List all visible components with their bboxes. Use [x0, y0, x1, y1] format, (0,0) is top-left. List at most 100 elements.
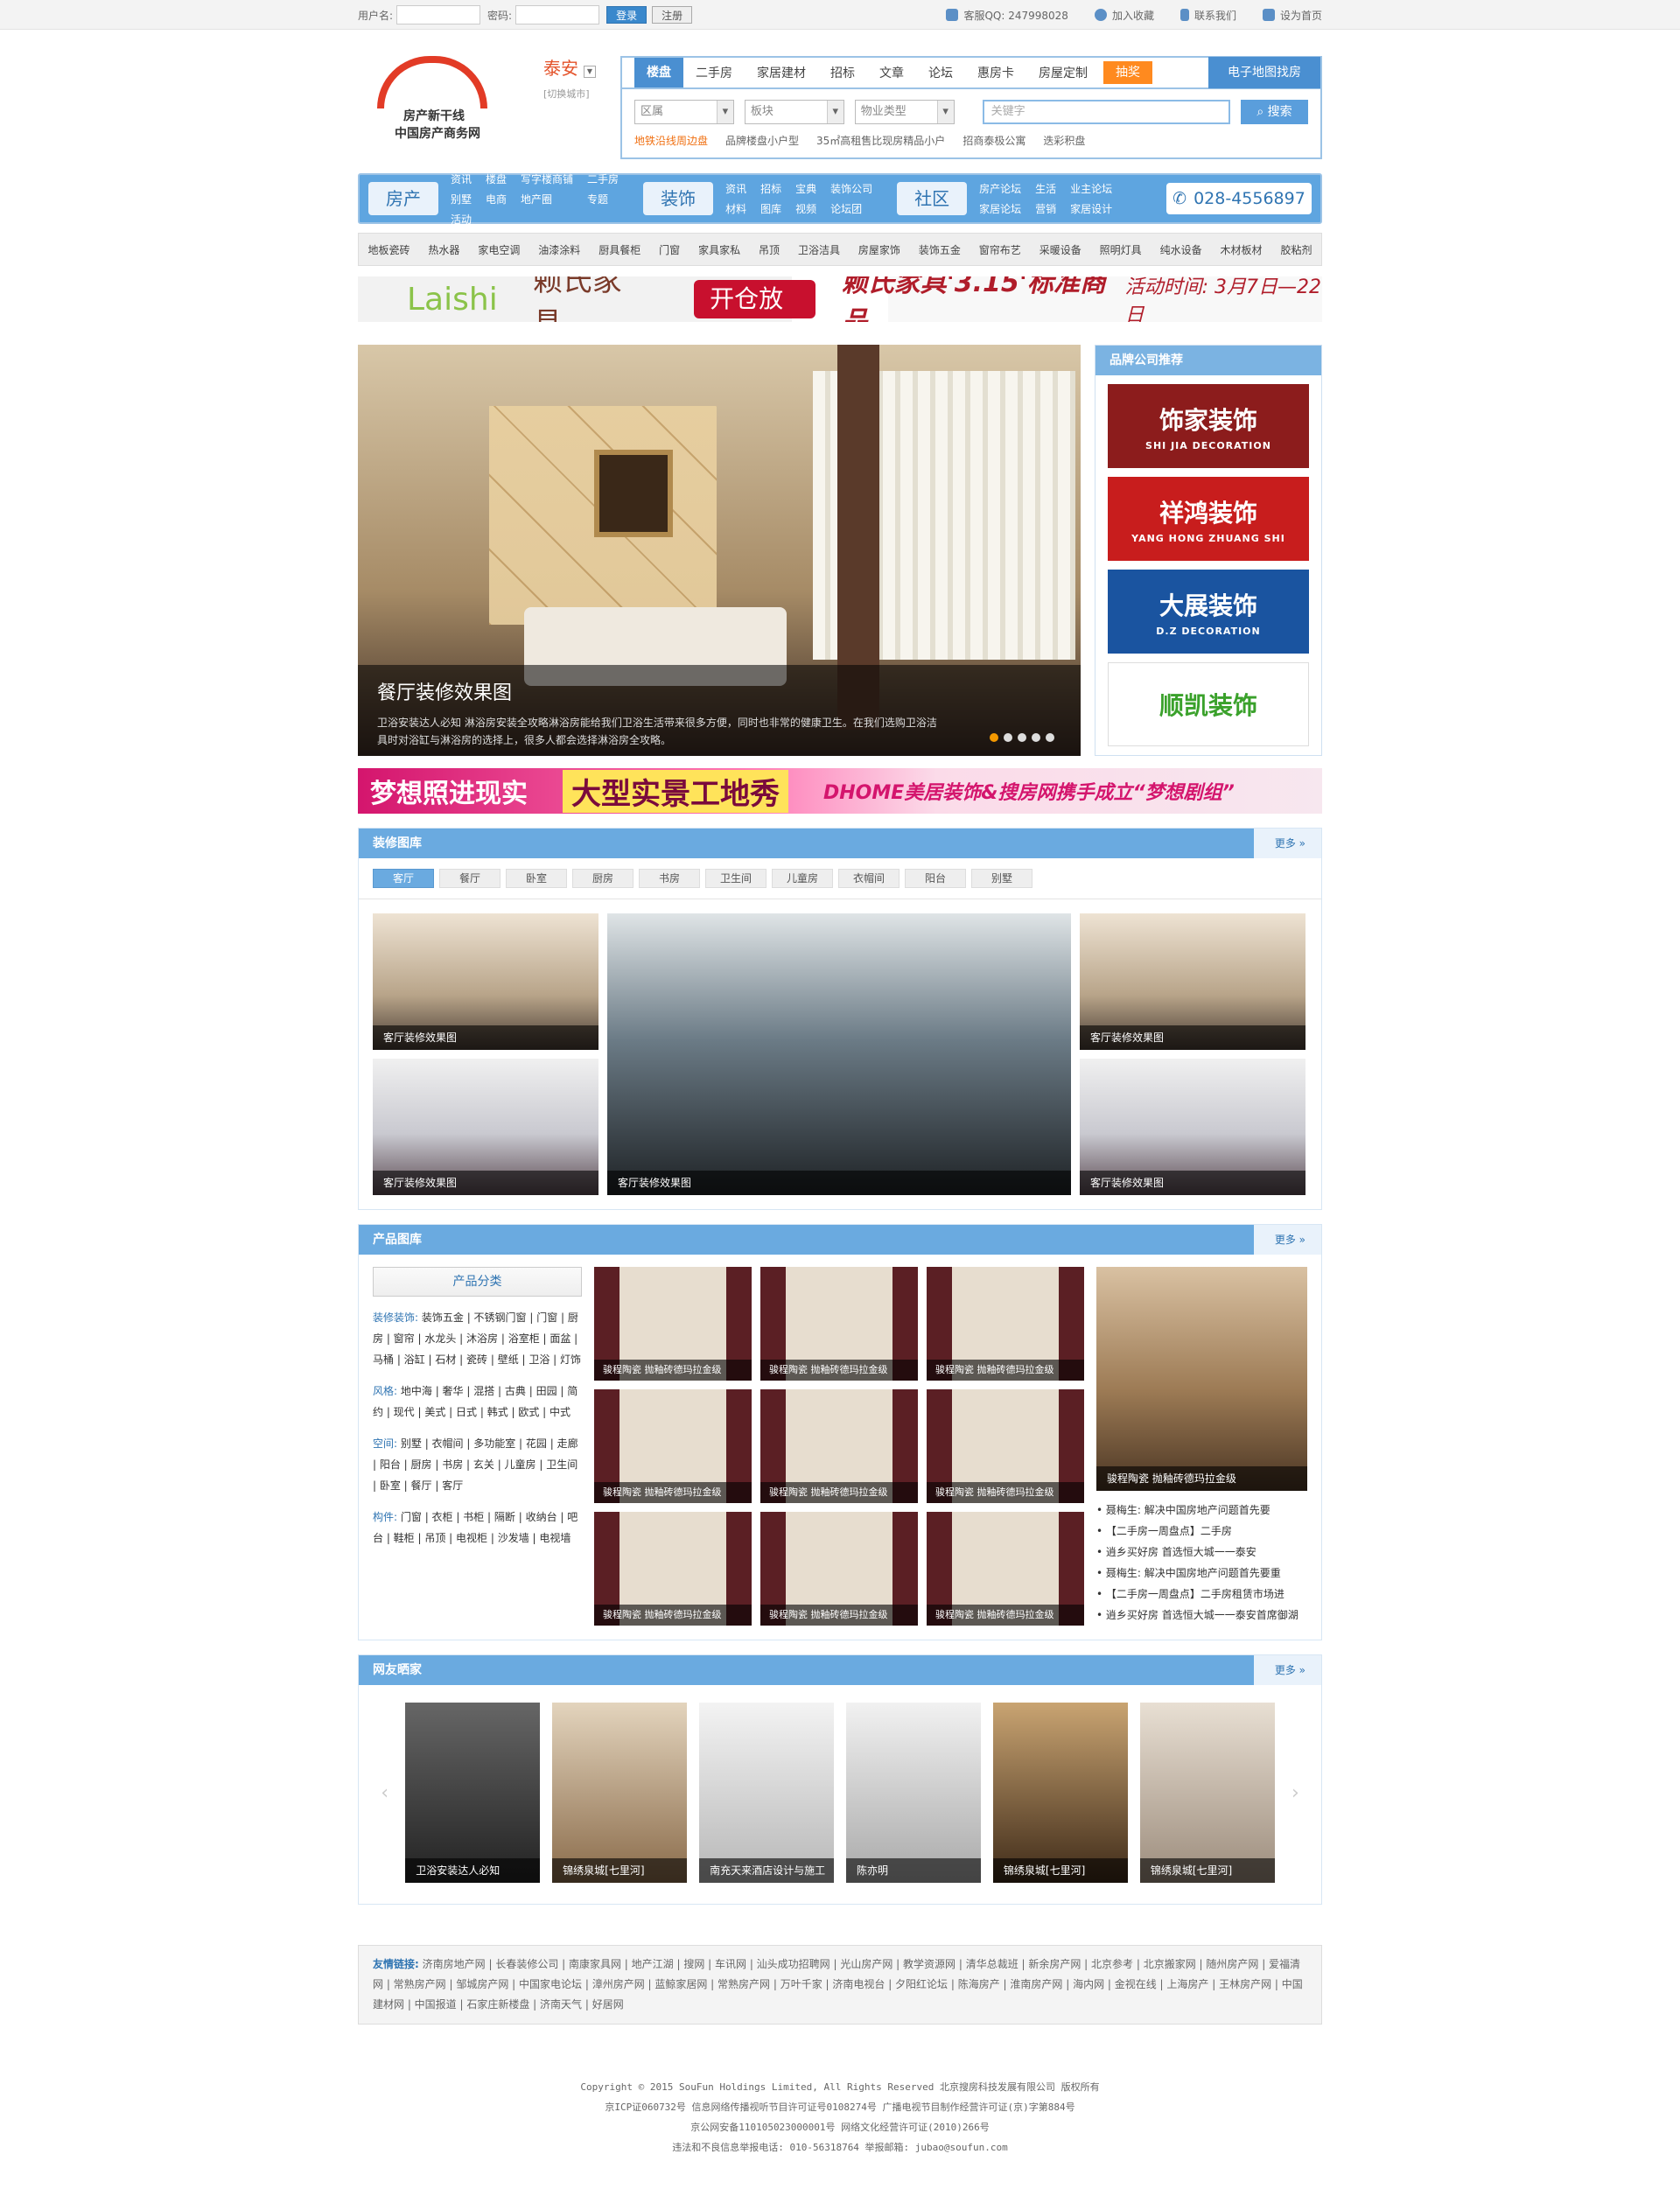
nav-link[interactable]: 材料	[725, 201, 746, 216]
slider-dot[interactable]	[1018, 733, 1026, 742]
category-link[interactable]: 窗帘布艺	[979, 242, 1021, 257]
nav-link[interactable]: 家居论坛	[979, 201, 1021, 216]
fan-thumb[interactable]: 锦绣泉城[七里河]	[552, 1703, 688, 1883]
product-feature[interactable]: 骏程陶瓷 抛釉砖德玛拉金级	[1096, 1267, 1307, 1491]
gallery-thumb[interactable]: 客厅装修效果图	[1080, 913, 1306, 1050]
city-selector[interactable]: 泰安 ▼ [切换城市]	[543, 54, 596, 101]
search-tab[interactable]: 惠房卡	[965, 64, 1026, 81]
more-link[interactable]: 更多 »	[1275, 1655, 1306, 1685]
nav-community[interactable]: 社区	[897, 182, 968, 215]
category-link[interactable]: 家具家私	[698, 242, 740, 257]
nav-link[interactable]: 房产论坛	[979, 181, 1021, 196]
news-item[interactable]: 逍乡买好房 首选恒大城一一泰安首席御湖	[1096, 1605, 1307, 1626]
room-tab[interactable]: 卧室	[506, 869, 567, 888]
category-group[interactable]: 空间: 别墅 | 衣帽间 | 多功能室 | 花园 | 走廊 | 阳台 | 厨房 …	[373, 1433, 582, 1496]
nav-link[interactable]: 写字楼商铺	[521, 171, 573, 186]
search-tab[interactable]: 房屋定制	[1026, 64, 1100, 81]
nav-link[interactable]: 二手房	[587, 171, 619, 186]
hot-word[interactable]: 地铁沿线周边盘	[634, 133, 708, 148]
nav-house[interactable]: 房产	[368, 182, 438, 215]
nav-link[interactable]: 资讯	[451, 171, 472, 186]
category-link[interactable]: 家电空调	[478, 242, 520, 257]
more-link[interactable]: 更多 »	[1275, 1225, 1306, 1255]
hero-title[interactable]: 餐厅装修效果图	[377, 677, 1061, 705]
category-link[interactable]: 纯水设备	[1160, 242, 1202, 257]
keyword-input[interactable]: 关键字	[982, 100, 1230, 124]
room-tab[interactable]: 餐厅	[439, 869, 500, 888]
nav-link[interactable]: 业主论坛	[1070, 181, 1112, 196]
search-tab[interactable]: 家居建材	[745, 64, 818, 81]
contact-link[interactable]: 联系我们	[1180, 8, 1236, 23]
search-tab[interactable]: 二手房	[683, 64, 745, 81]
fan-thumb[interactable]: 卫浴安装达人必知	[405, 1703, 541, 1883]
brand-card[interactable]: 大展装饰 D.Z DECORATION	[1108, 570, 1309, 654]
product-thumb[interactable]: 骏程陶瓷 抛釉砖德玛拉金级	[760, 1512, 919, 1626]
category-link[interactable]: 厨具餐柜	[598, 242, 640, 257]
fan-thumb[interactable]: 南充天来酒店设计与施工	[699, 1703, 834, 1883]
news-item[interactable]: 【二手房一周盘点】二手房租赁市场进	[1096, 1584, 1307, 1605]
hot-word[interactable]: 招商泰极公寓	[962, 133, 1026, 148]
gallery-thumb[interactable]: 客厅装修效果图	[1080, 1059, 1306, 1195]
category-link[interactable]: 装饰五金	[919, 242, 961, 257]
room-tab[interactable]: 书房	[639, 869, 700, 888]
slider-dot[interactable]	[1046, 733, 1054, 742]
gallery-thumb[interactable]: 客厅装修效果图	[373, 1059, 598, 1195]
room-tab[interactable]: 衣帽间	[838, 869, 900, 888]
service-qq[interactable]: 客服QQ: 247998028	[946, 8, 1068, 23]
fan-thumb[interactable]: 锦绣泉城[七里河]	[992, 1703, 1128, 1883]
brand-card[interactable]: 饰家装饰 SHI JIA DECORATION	[1108, 384, 1309, 468]
category-link[interactable]: 地板瓷砖	[368, 242, 410, 257]
ad-banner-laishi[interactable]: Laishi 赖氏家具 开仓放价 赖氏家具'3.15'标准商品 活动时间: 3月…	[358, 276, 1322, 322]
nav-link[interactable]: 图库	[760, 201, 781, 216]
product-thumb[interactable]: 骏程陶瓷 抛釉砖德玛拉金级	[927, 1389, 1085, 1503]
register-button[interactable]: 注册	[652, 6, 693, 24]
category-group[interactable]: 风格: 地中海 | 奢华 | 混搭 | 古典 | 田园 | 简约 | 现代 | …	[373, 1381, 582, 1423]
property-type-select[interactable]: 物业类型	[854, 100, 955, 124]
product-thumb[interactable]: 骏程陶瓷 抛釉砖德玛拉金级	[594, 1512, 752, 1626]
category-link[interactable]: 房屋家饰	[858, 242, 900, 257]
search-tab[interactable]: 招标	[818, 64, 867, 81]
chevron-down-icon[interactable]: ▼	[584, 65, 596, 78]
nav-link[interactable]: 地产圈	[521, 192, 573, 206]
category-link[interactable]: 热水器	[428, 242, 459, 257]
block-select[interactable]: 板块	[744, 100, 844, 124]
room-tab[interactable]: 儿童房	[772, 869, 833, 888]
nav-link[interactable]: 别墅	[451, 192, 472, 206]
news-item[interactable]: 逍乡买好房 首选恒大城一一泰安	[1096, 1542, 1307, 1563]
product-thumb[interactable]: 骏程陶瓷 抛釉砖德玛拉金级	[594, 1267, 752, 1381]
nav-link[interactable]: 资讯	[725, 181, 746, 196]
more-link[interactable]: 更多 »	[1275, 829, 1306, 858]
room-tab[interactable]: 客厅	[373, 869, 434, 888]
links-list[interactable]: 济南房地产网 | 长春装修公司 | 南康家具网 | 地产江湖 | 搜网 | 车讯…	[373, 1958, 1303, 2011]
category-group[interactable]: 构件: 门窗 | 衣柜 | 书柜 | 隔断 | 收纳台 | 吧台 | 鞋柜 | …	[373, 1507, 582, 1549]
chevron-right-icon[interactable]: ›	[1287, 1782, 1304, 1804]
room-tab[interactable]: 别墅	[971, 869, 1032, 888]
site-logo[interactable]: 房产新干线 中国房产商务网	[367, 49, 498, 145]
hot-word[interactable]: 35㎡高租售比现房精品小户	[816, 133, 945, 148]
room-tab[interactable]: 卫生间	[705, 869, 766, 888]
product-thumb[interactable]: 骏程陶瓷 抛釉砖德玛拉金级	[594, 1389, 752, 1503]
nav-link[interactable]: 楼盘	[486, 171, 507, 186]
product-thumb[interactable]: 骏程陶瓷 抛釉砖德玛拉金级	[760, 1267, 919, 1381]
category-link[interactable]: 门窗	[659, 242, 680, 257]
nav-link[interactable]: 视频	[795, 201, 816, 216]
slider-dot[interactable]	[990, 733, 998, 742]
category-link[interactable]: 卫浴洁具	[798, 242, 840, 257]
fan-thumb[interactable]: 锦绣泉城[七里河]	[1139, 1703, 1275, 1883]
search-button[interactable]: ⌕ 搜索	[1240, 100, 1308, 124]
category-link[interactable]: 木材板材	[1221, 242, 1263, 257]
password-input[interactable]	[515, 5, 600, 24]
switch-city-link[interactable]: [切换城市]	[543, 87, 596, 101]
brand-card[interactable]: 祥鸿装饰 YANG HONG ZHUANG SHI	[1108, 477, 1309, 561]
slider-dot[interactable]	[1004, 733, 1012, 742]
chevron-left-icon[interactable]: ‹	[376, 1782, 393, 1804]
hot-word[interactable]: 迭彩积盘	[1043, 133, 1085, 148]
search-tab[interactable]: 楼盘	[634, 58, 683, 87]
news-item[interactable]: 聂梅生: 解决中国房地产问题首先要	[1096, 1500, 1307, 1521]
search-tab[interactable]: 论坛	[916, 64, 965, 81]
gallery-feature[interactable]: 客厅装修效果图	[607, 913, 1071, 1195]
nav-link[interactable]: 装饰公司	[830, 181, 872, 196]
lottery-tab[interactable]: 抽奖	[1103, 61, 1152, 84]
brand-card[interactable]: 顺凯装饰	[1108, 662, 1309, 746]
room-tab[interactable]: 厨房	[572, 869, 634, 888]
